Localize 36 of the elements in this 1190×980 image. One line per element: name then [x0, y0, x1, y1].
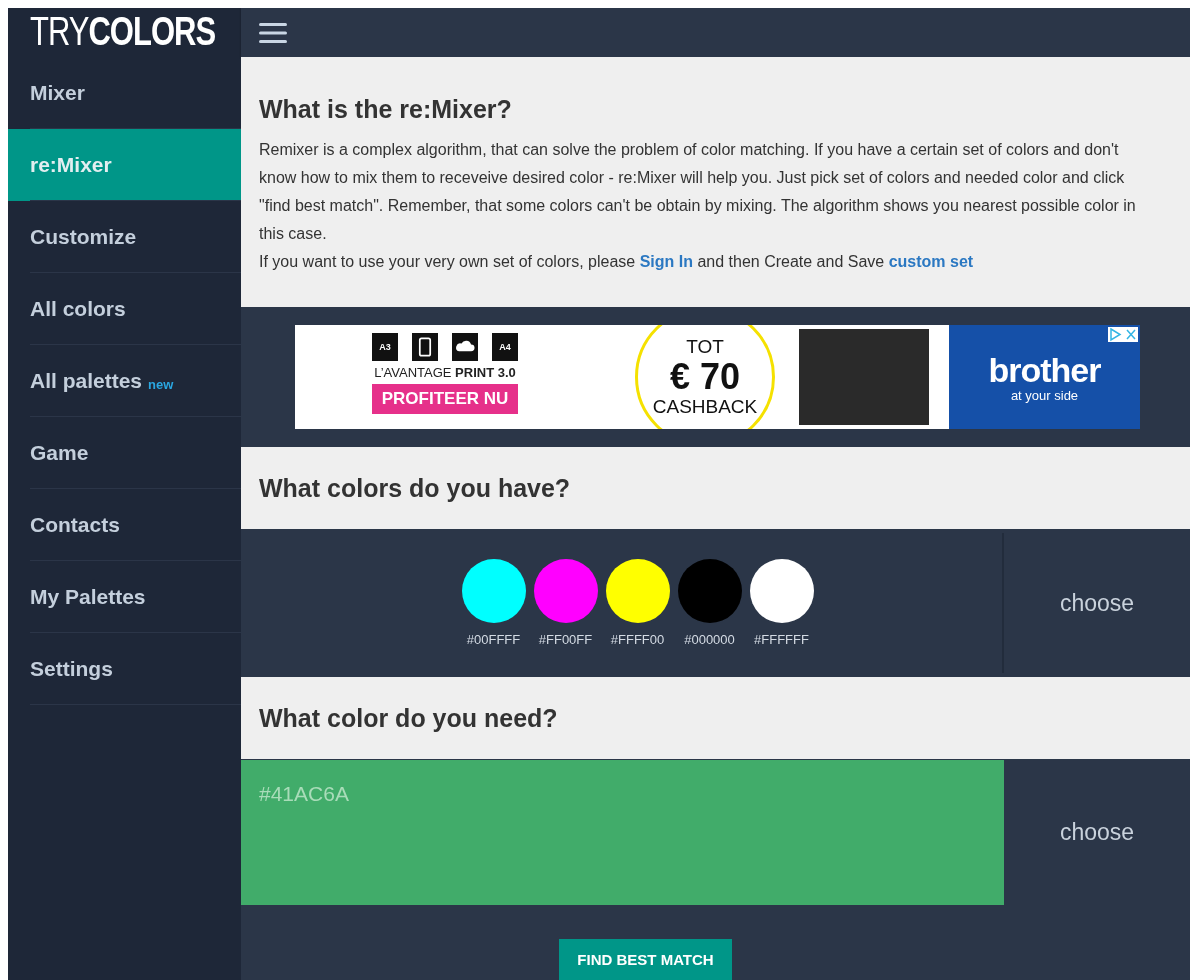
menu-icon[interactable]: [259, 21, 287, 44]
text-link[interactable]: Sign In: [639, 253, 693, 270]
section-title: What colors do you have?: [259, 473, 571, 503]
paper-icon: A3: [372, 333, 398, 361]
color-code: #FF00FF: [538, 632, 593, 647]
sidebar-item[interactable]: Customize: [8, 201, 241, 273]
sign-in-note: If you want to use your very own set of colors, please Sign In and then Create and Save custom set: [259, 252, 975, 272]
brand-slogan: at your side: [1010, 387, 1079, 403]
brand-name: brother: [988, 351, 1101, 388]
sidebar-item[interactable]: Mixer: [8, 57, 241, 129]
offer-text: CASHBACK: [652, 396, 758, 418]
paper-icon: A4: [492, 333, 518, 361]
new-label: new: [148, 376, 174, 392]
ad-cta-button[interactable]: PROFITEER NU: [371, 384, 519, 414]
logo[interactable]: TRYCOLORS: [30, 10, 230, 55]
text-link[interactable]: custom set: [888, 253, 974, 270]
color-code: #FFFFFF: [754, 632, 809, 647]
phone-icon: [412, 333, 438, 361]
color-code: #00FFFF: [466, 632, 521, 647]
sidebar-item[interactable]: All palettes new: [8, 345, 241, 417]
section-title: What is the re:Mixer?: [259, 95, 513, 124]
sidebar-item[interactable]: Game: [8, 417, 241, 489]
section-title: What color do you need?: [259, 703, 558, 733]
offer-text: TOT: [686, 336, 724, 358]
color-code: #000000: [684, 632, 735, 647]
ad-tagline: L’AVANTAGE PRINT 3.0: [374, 365, 516, 380]
description-text: Remixer is a complex algorithm, that can solve the problem of color matching. If you have a certain set of colors and don't know how to mix them to receveive desired color - re:Mixer will help you. Just pick set of colors and needed color and click "find best match". Remember, that some colors can't be obtain by mixing. The algorithm shows you nearest possible color in this case.: [259, 140, 1137, 244]
color-code: #41AC6A: [259, 782, 349, 805]
sidebar-item[interactable]: Contacts: [8, 489, 241, 561]
sidebar-item[interactable]: All colors: [8, 273, 241, 345]
offer-amount: € 70: [669, 358, 741, 396]
cloud-icon: [452, 333, 478, 361]
color-code: #FFFF00: [610, 632, 665, 647]
sidebar-item[interactable]: Settings: [8, 633, 241, 705]
sidebar-item[interactable]: My Palettes: [8, 561, 241, 633]
find-best-match-button[interactable]: FIND BEST MATCH: [559, 939, 732, 980]
